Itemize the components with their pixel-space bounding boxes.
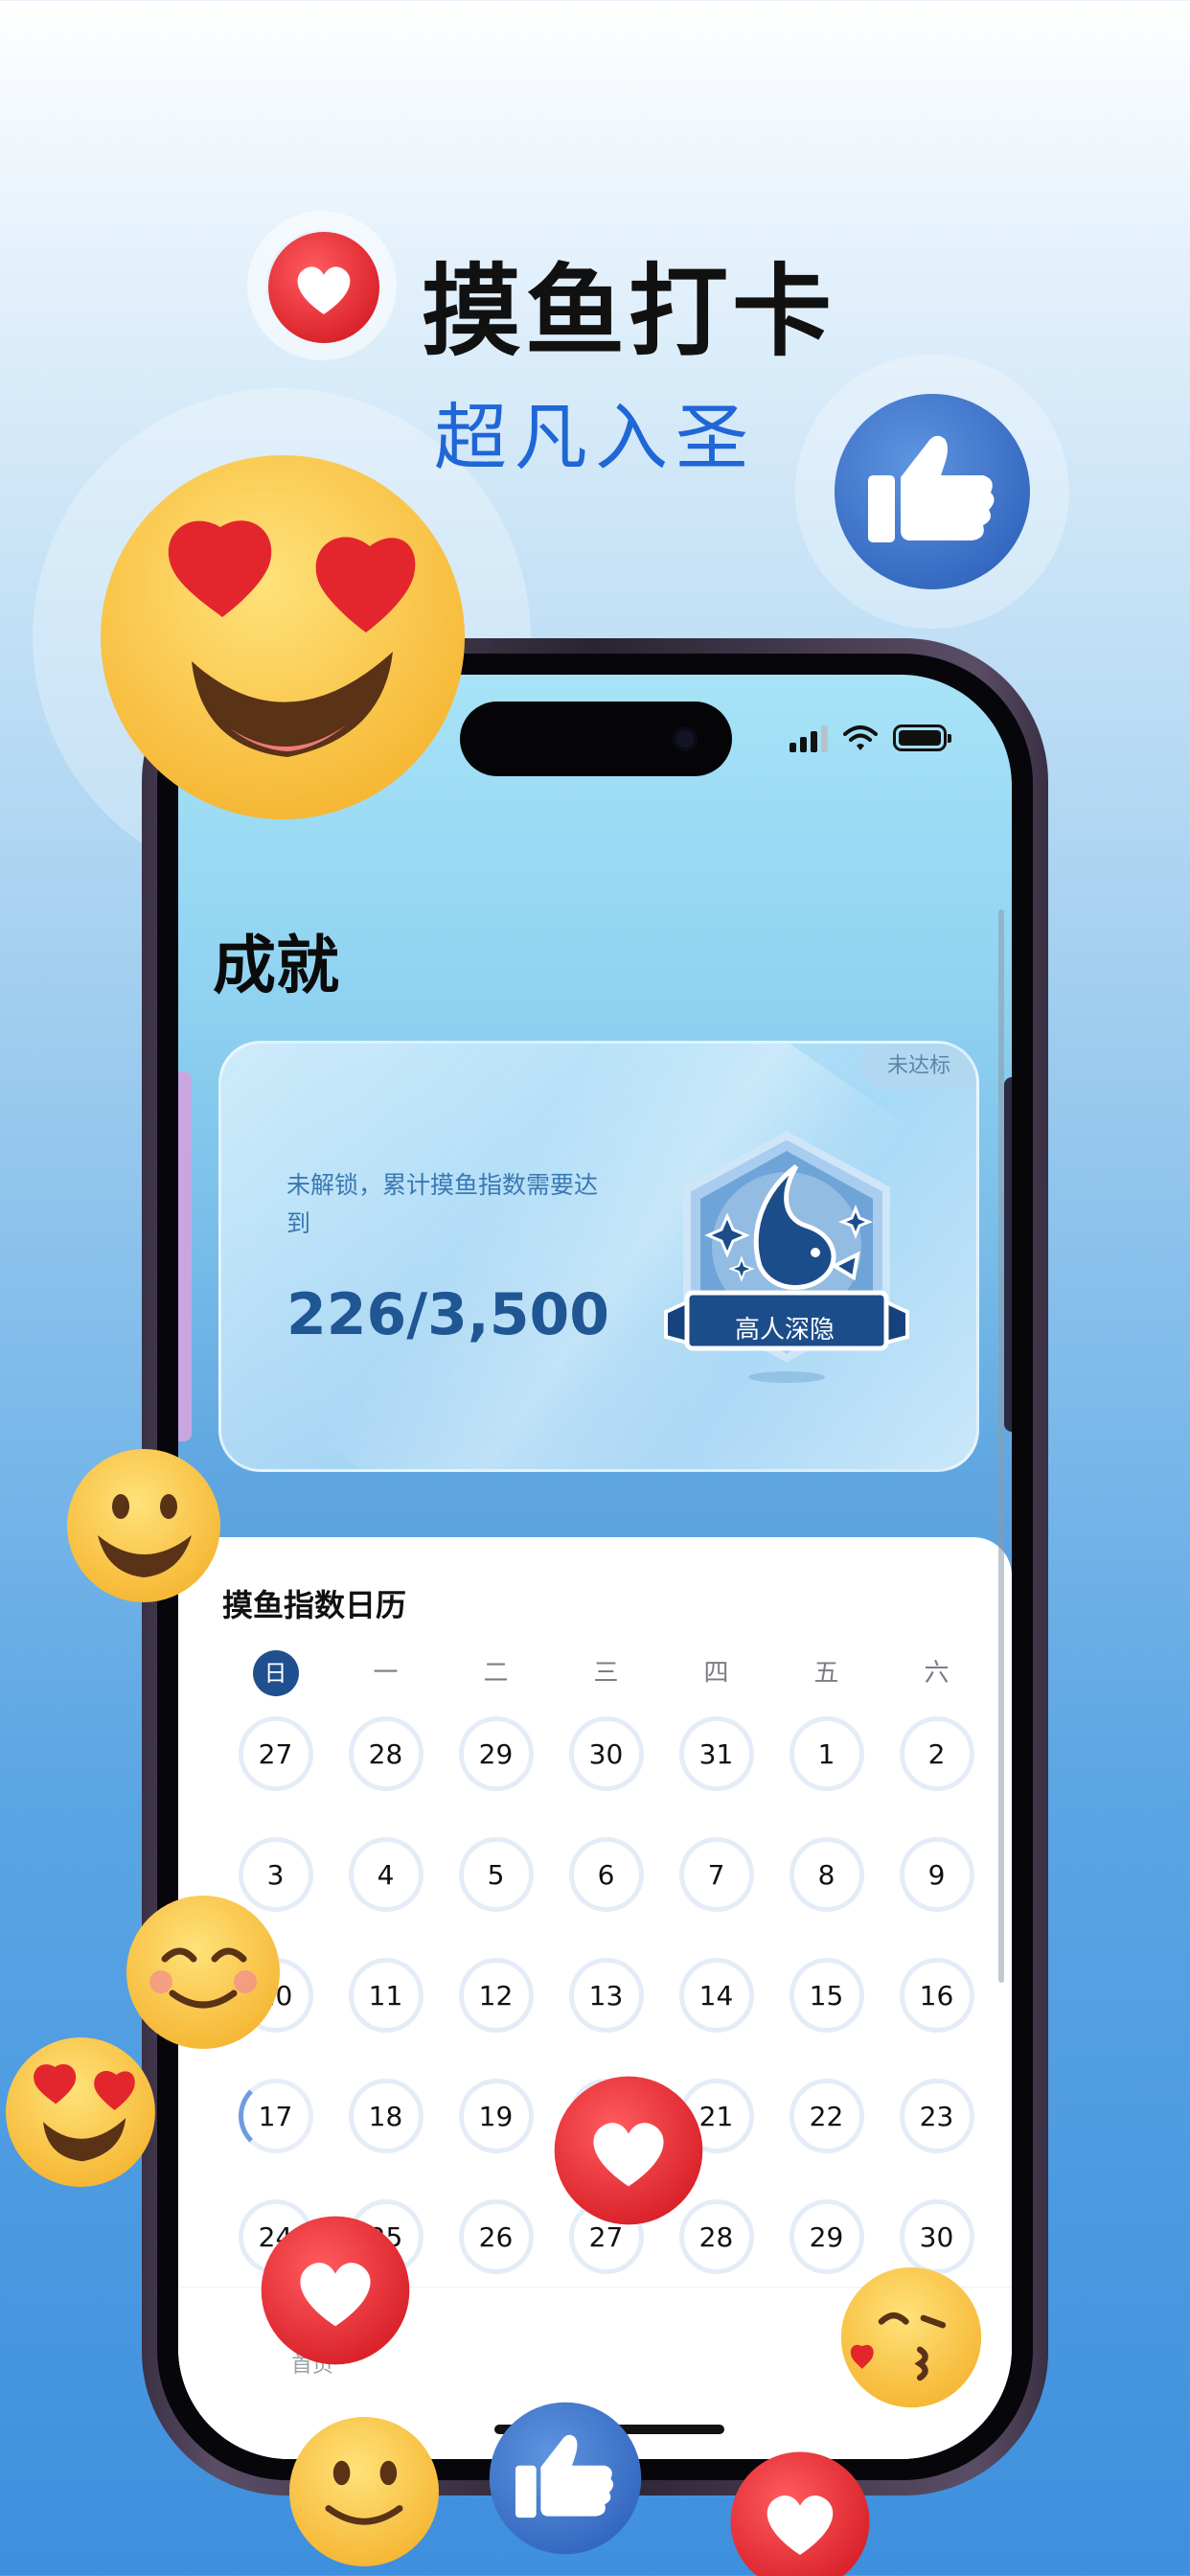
calendar-day[interactable]: 4 — [331, 1836, 441, 1913]
weekday-sat: 六 — [924, 1659, 950, 1688]
status-bar — [790, 721, 951, 755]
page-title: 成就 — [213, 929, 339, 1002]
weekday-wed: 三 — [593, 1659, 619, 1688]
calendar-day[interactable]: 31 — [661, 1715, 771, 1792]
calendar-day[interactable]: 9 — [881, 1836, 992, 1913]
dynamic-island — [460, 702, 732, 776]
calendar-title: 摸鱼指数日历 — [222, 1587, 407, 1623]
calendar-day[interactable]: 6 — [551, 1836, 661, 1913]
calendar-day[interactable]: 5 — [441, 1836, 551, 1913]
badge-name: 高人深隐 — [734, 1316, 835, 1345]
calendar-day[interactable]: 15 — [771, 1957, 881, 2034]
heart-icon — [261, 2216, 410, 2365]
calendar-day[interactable]: 23 — [881, 2078, 992, 2154]
weekday-thu: 四 — [703, 1659, 729, 1688]
scrollbar[interactable] — [998, 909, 1004, 1983]
kiss-emoji — [840, 2266, 982, 2408]
calendar-day[interactable]: 8 — [771, 1836, 881, 1913]
achievement-progress: 226/3,500 — [286, 1281, 609, 1348]
calendar-day[interactable]: 19 — [441, 2078, 551, 2154]
calendar-day[interactable]: 2 — [881, 1715, 992, 1792]
signal-icon — [790, 724, 828, 752]
achievement-description: 未解锁，累计摸鱼指数需要达到 — [286, 1171, 599, 1237]
calendar-day[interactable]: 13 — [551, 1957, 661, 2034]
calendar-day[interactable]: 14 — [661, 1957, 771, 2034]
smile-emoji — [126, 1896, 280, 2049]
calendar-day[interactable]: 11 — [331, 1957, 441, 2034]
promo-title: 摸鱼打卡 — [422, 253, 836, 370]
heart-icon — [730, 2451, 870, 2576]
promo-header: 摸鱼打卡 — [0, 201, 1190, 370]
calendar-day[interactable]: 30 — [881, 2198, 992, 2275]
camera-icon — [673, 726, 698, 751]
calendar-day-today[interactable]: 17 — [220, 2078, 331, 2154]
status-badge: 未达标 — [861, 1044, 976, 1090]
smile-emoji — [288, 2416, 440, 2567]
fish-medal-icon — [664, 1131, 909, 1383]
calendar-day[interactable]: 29 — [441, 1715, 551, 1792]
battery-icon — [893, 724, 951, 751]
thumbs-up-icon — [489, 2402, 642, 2555]
achievement-card[interactable]: 未达标 未解锁，累计摸鱼指数需要达到 226/3,500 高人深隐 — [218, 1041, 979, 1472]
calendar-day[interactable]: 27 — [220, 1715, 331, 1792]
achievement-medal: 高人深隐 — [652, 1122, 921, 1391]
heart-icon — [554, 2076, 703, 2225]
weekday-header: 日 一 二 三 四 五 六 — [220, 1650, 992, 1696]
weekday-tue: 二 — [483, 1659, 509, 1688]
calendar-day[interactable]: 22 — [771, 2078, 881, 2154]
side-card-prev[interactable] — [178, 1071, 192, 1441]
weekday-fri: 五 — [813, 1659, 839, 1688]
wifi-icon — [843, 725, 878, 750]
calendar-day[interactable]: 7 — [661, 1836, 771, 1913]
calendar-day[interactable]: 18 — [331, 2078, 441, 2154]
calendar-day[interactable]: 29 — [771, 2198, 881, 2275]
smile-emoji — [67, 1449, 220, 1602]
calendar-day[interactable]: 16 — [881, 1957, 992, 2034]
calendar-day[interactable]: 28 — [331, 1715, 441, 1792]
calendar-day[interactable]: 26 — [441, 2198, 551, 2275]
weekday-mon: 一 — [373, 1659, 399, 1688]
thumbs-up-icon — [835, 394, 1030, 589]
calendar-day[interactable]: 1 — [771, 1715, 881, 1792]
heart-eyes-emoji — [6, 2037, 155, 2187]
weekday-sun: 日 — [220, 1650, 331, 1696]
heart-icon — [268, 232, 379, 343]
calendar-day[interactable]: 30 — [551, 1715, 661, 1792]
calendar-day[interactable]: 12 — [441, 1957, 551, 2034]
heart-eyes-emoji — [101, 455, 465, 819]
side-card-next[interactable] — [1004, 1077, 1012, 1432]
